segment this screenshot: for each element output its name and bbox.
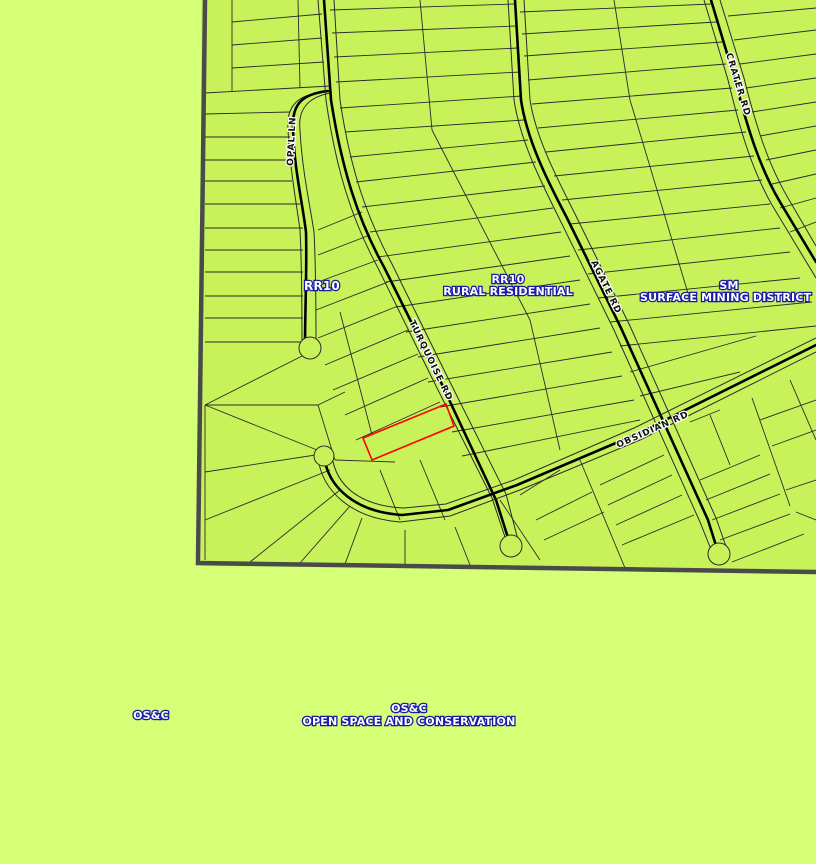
turquoise-rd-cul-de-sac xyxy=(499,534,523,558)
zone-label-sm-name: SURFACE MINING DISTRICT xyxy=(640,291,812,304)
zone-label-rr10-name: RURAL RESIDENTIAL xyxy=(443,285,573,298)
opal-ln-cul-de-sac xyxy=(298,336,322,360)
zone-label-osc-short: OS&C xyxy=(133,709,169,722)
zoning-map: OPAL LN TURQUOISE RD AGATE RD CRATER RD … xyxy=(0,0,816,864)
zone-label-osc-code: OS&C xyxy=(391,702,427,715)
zone-label-rr10-short: RR10 xyxy=(304,279,340,293)
obsidian-rd-cul-de-sac xyxy=(313,445,335,467)
agate-rd-cul-de-sac xyxy=(707,542,731,566)
zone-label-osc-name: OPEN SPACE AND CONSERVATION xyxy=(302,715,515,728)
